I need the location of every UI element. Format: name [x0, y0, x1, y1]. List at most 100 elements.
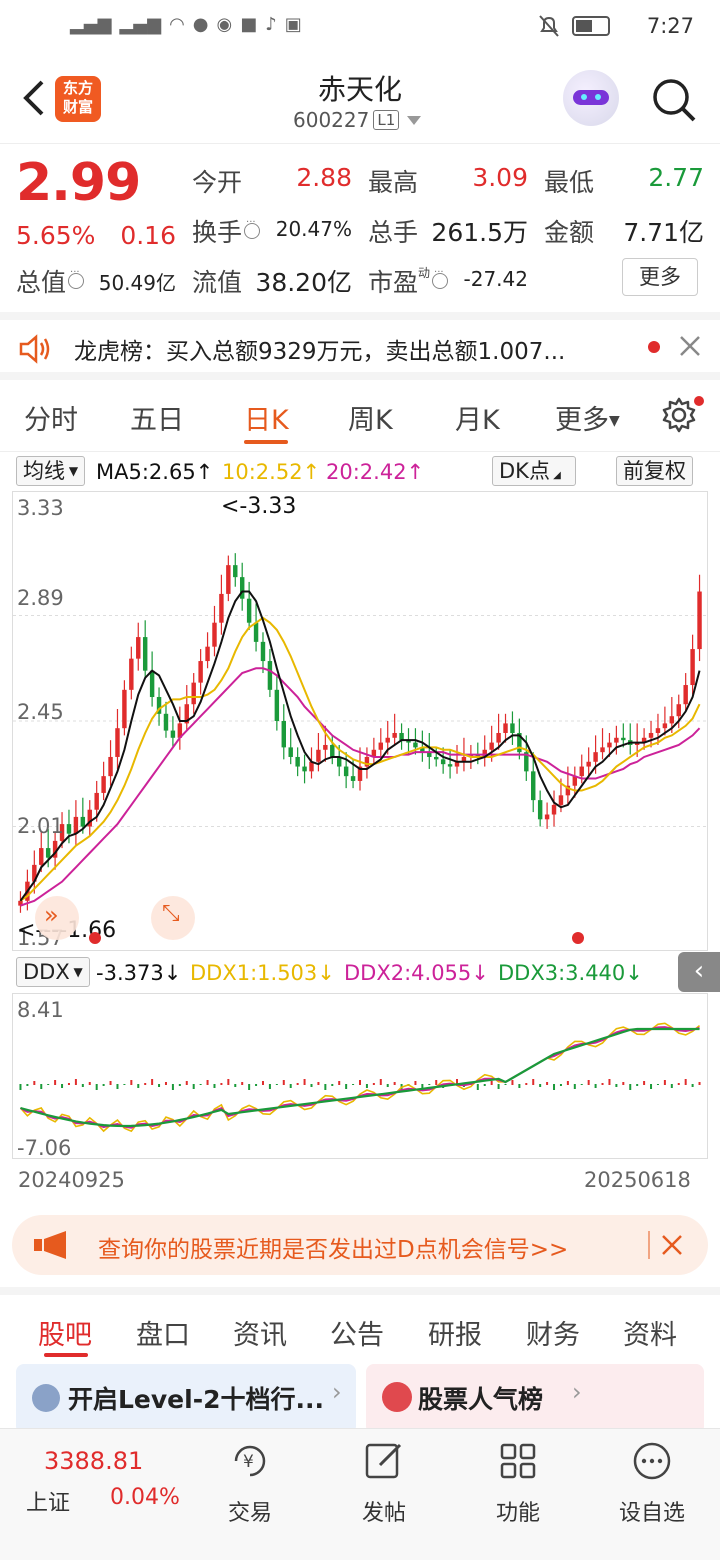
- post-edit-icon[interactable]: [362, 1439, 406, 1483]
- tab-five-day[interactable]: 五日: [130, 398, 184, 437]
- clock: 7:27: [646, 14, 694, 38]
- candle: [239, 562, 245, 611]
- ddx-value: -3.373↓: [96, 961, 182, 985]
- candle: [73, 800, 79, 846]
- tab-guba[interactable]: 股吧: [38, 1313, 92, 1352]
- dk-signal-dot: [89, 932, 101, 944]
- candle: [378, 728, 384, 760]
- index-change: 0.04%: [110, 1485, 180, 1510]
- index-value[interactable]: 3388.81: [44, 1447, 143, 1475]
- stock-code-selector[interactable]: 600227 L1: [293, 108, 422, 132]
- dk-point-select[interactable]: DK点 ◢: [492, 456, 576, 486]
- ddx-bar: [677, 1083, 680, 1085]
- ddx-bar: [151, 1079, 154, 1085]
- candle: [371, 737, 377, 765]
- ddx2-line: [19, 1026, 700, 1129]
- candle: [316, 732, 321, 772]
- ddx-chart[interactable]: 8.41 -7.06: [12, 993, 708, 1160]
- tab-announcements[interactable]: 公告: [330, 1313, 384, 1352]
- ddx-y-bottom: -7.06: [17, 1136, 72, 1160]
- dragon-tiger-notice[interactable]: 龙虎榜：买入总额9329万元，卖出总额1.007...: [0, 312, 720, 380]
- ddx-bar: [656, 1084, 659, 1085]
- tab-daily-k[interactable]: 日K: [244, 398, 289, 437]
- tab-finance[interactable]: 财务: [526, 1313, 580, 1352]
- chevron-right-icon: ›: [332, 1378, 342, 1406]
- dropdown-triangle-icon: [407, 115, 422, 125]
- open-label: 今开: [192, 168, 243, 197]
- huawei-icon: ▣: [284, 14, 302, 35]
- total-mv-value: 50.49亿: [98, 271, 176, 295]
- collapse-left-icon[interactable]: »: [35, 896, 79, 940]
- status-icons: ▂▄▆ ▂▄▆ ◠ ● ◉ ■ ♪ ▣: [70, 14, 302, 35]
- candle: [246, 581, 252, 630]
- divider: [648, 1231, 650, 1259]
- dk-signal-dot-2: [572, 932, 584, 944]
- candle: [420, 730, 425, 762]
- tab-intraday[interactable]: 分时: [24, 398, 78, 437]
- kline-chart[interactable]: 3.33 2.89 2.45 2.01 1.57 <-3.33 <----1.6…: [12, 491, 708, 951]
- ddx-bar: [275, 1084, 278, 1085]
- candle: [551, 790, 557, 827]
- ddx-bar: [102, 1084, 105, 1086]
- ddx-bar: [95, 1084, 98, 1090]
- search-icon[interactable]: [650, 76, 698, 124]
- settings-gear-icon[interactable]: [660, 396, 698, 434]
- promo-close-icon[interactable]: [660, 1233, 684, 1257]
- ddx-bar: [365, 1084, 368, 1088]
- tab-research[interactable]: 研报: [428, 1313, 482, 1352]
- function-label[interactable]: 功能: [463, 1495, 573, 1527]
- candle: [427, 732, 432, 769]
- assistant-robot-icon[interactable]: [563, 70, 619, 126]
- ddx-bar: [289, 1084, 292, 1088]
- ddx-select[interactable]: DDX ▼: [16, 957, 90, 987]
- more-quote-button[interactable]: 更多: [622, 258, 698, 296]
- expand-icon[interactable]: ⤡: [151, 896, 195, 940]
- dk-signal-promo-banner[interactable]: 查询你的股票近期是否发出过D点机会信号>>: [12, 1215, 708, 1275]
- change-percent: 5.65%: [16, 221, 96, 250]
- candle: [399, 723, 404, 750]
- info-tabs: 股吧 盘口 资讯 公告 研报 财务 资料: [0, 1287, 720, 1357]
- ddx-bar: [698, 1082, 701, 1085]
- candle: [253, 603, 259, 652]
- ddx-bar: [476, 1084, 479, 1090]
- adjust-select[interactable]: 前复权: [616, 456, 693, 486]
- level2-card[interactable]: 开启Level-2十档行... ›: [16, 1364, 356, 1434]
- side-panel-toggle-icon[interactable]: ‹: [678, 952, 720, 992]
- info-icon: [244, 217, 261, 239]
- ddx-svg: [19, 1022, 701, 1133]
- candle: [212, 605, 217, 657]
- ddx-bar: [497, 1084, 500, 1089]
- amount-value: 7.71亿: [623, 218, 704, 247]
- kline-svg: [13, 553, 707, 913]
- more-dots-icon[interactable]: [630, 1439, 674, 1483]
- post-label[interactable]: 发帖: [329, 1495, 439, 1527]
- ddx-bar: [234, 1084, 237, 1087]
- close-icon[interactable]: [678, 334, 702, 358]
- ma-select[interactable]: 均线 ▼: [16, 456, 86, 486]
- tab-monthly-k[interactable]: 月K: [455, 398, 500, 437]
- candle: [136, 622, 141, 671]
- date-end: 20250618: [584, 1168, 691, 1192]
- popularity-card[interactable]: 股票人气榜 ›: [366, 1364, 704, 1434]
- chevron-right-icon: ›: [572, 1378, 582, 1406]
- tab-profile[interactable]: 资料: [623, 1313, 677, 1352]
- tab-pankou[interactable]: 盘口: [136, 1313, 190, 1352]
- trade-icon[interactable]: ¥: [228, 1439, 272, 1483]
- function-grid-icon[interactable]: [496, 1439, 540, 1483]
- candle: [690, 634, 695, 695]
- max-price-mark: <-3.33: [221, 494, 297, 519]
- ddx-bar: [178, 1084, 181, 1086]
- ddx-bar: [144, 1083, 147, 1085]
- candle: [198, 649, 203, 695]
- tab-news[interactable]: 资讯: [233, 1313, 287, 1352]
- ddx-bar: [192, 1084, 195, 1089]
- float-mv-value: 38.20亿: [255, 268, 352, 297]
- trade-label[interactable]: 交易: [195, 1495, 305, 1527]
- active-tab-underline: [244, 440, 288, 444]
- tab-weekly-k[interactable]: 周K: [348, 398, 393, 437]
- candle: [586, 747, 591, 777]
- period-tabs: 分时 五日 日K 周K 月K 更多▼: [0, 380, 720, 452]
- pe-value: -27.42: [463, 267, 528, 291]
- tab-more[interactable]: 更多▼: [555, 398, 620, 437]
- custom-label[interactable]: 设自选: [597, 1495, 707, 1527]
